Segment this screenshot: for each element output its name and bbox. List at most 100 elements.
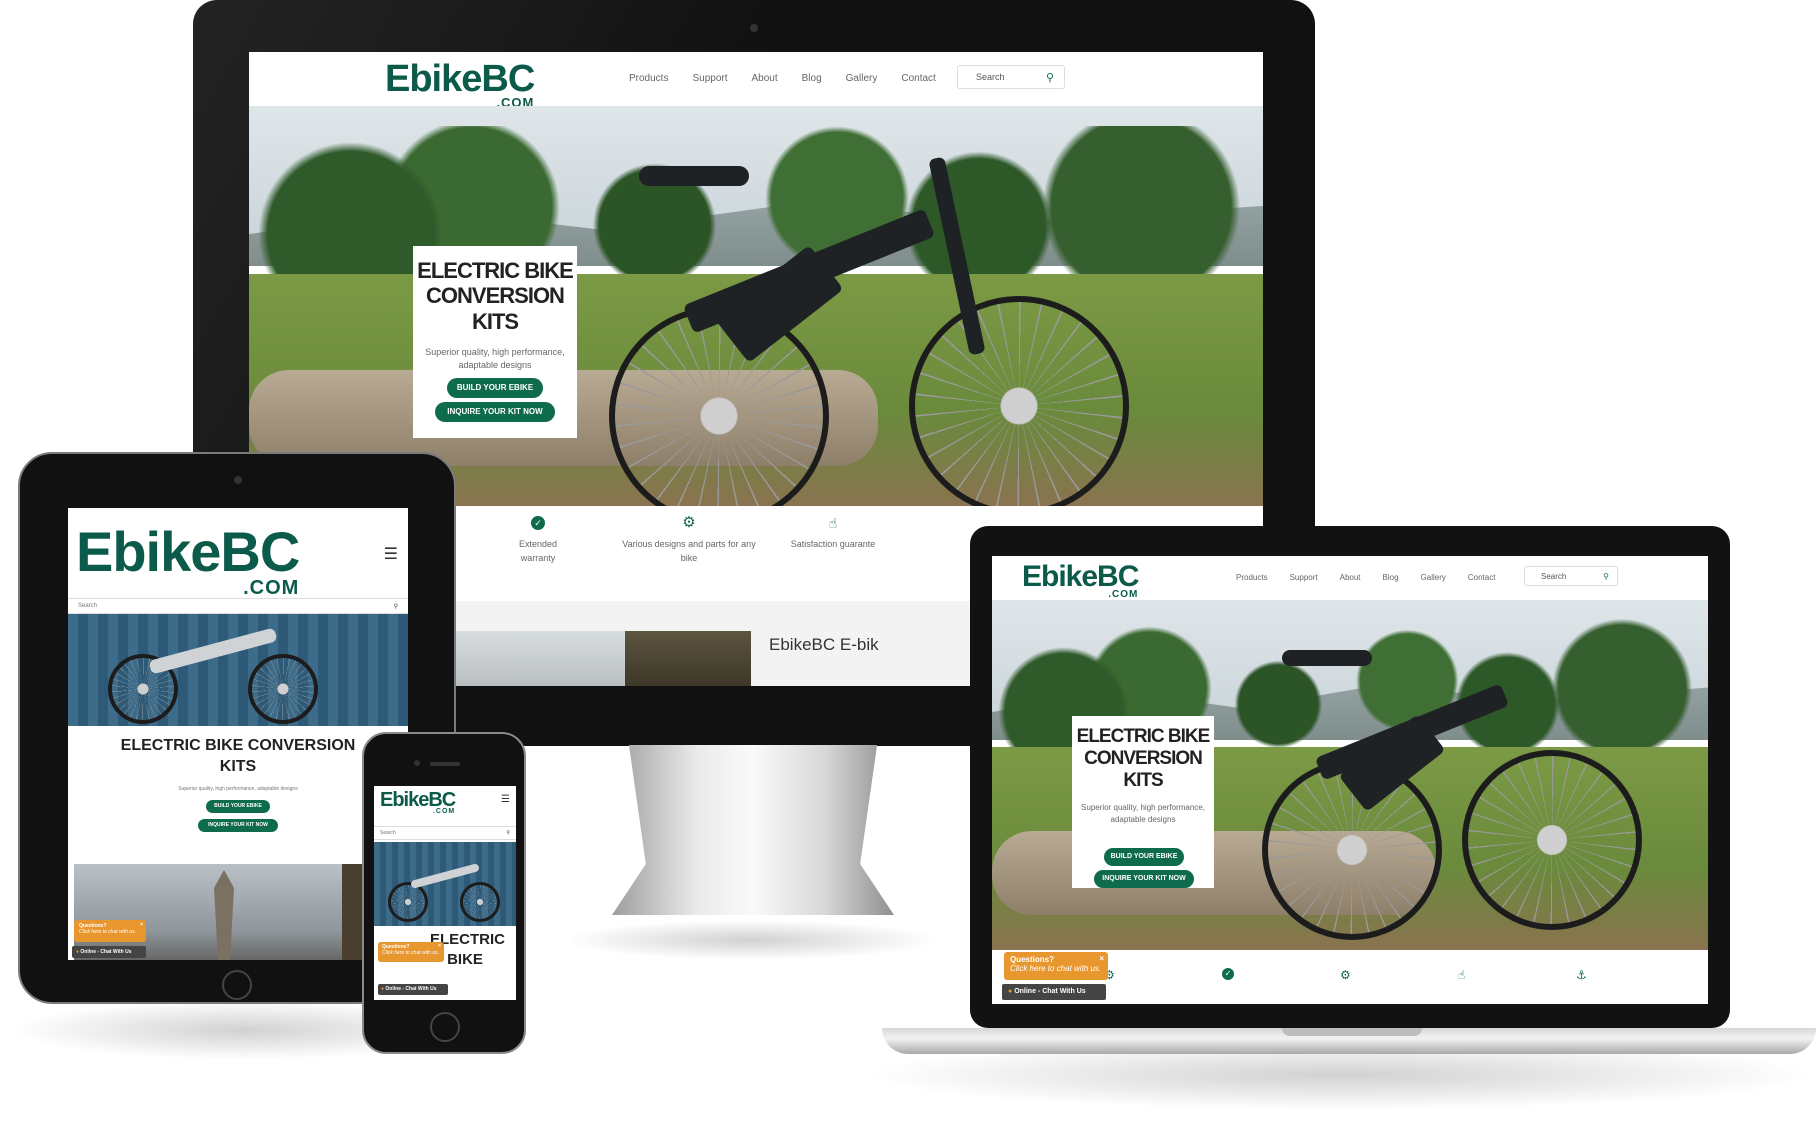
gears-icon: ⚙ (682, 514, 696, 531)
hero-title-line: ELECTRIC BIKE (417, 258, 574, 283)
laptop-search-input[interactable]: Search ⚲ (1524, 566, 1618, 586)
hamburger-menu-icon[interactable]: ☰ (384, 544, 398, 564)
phone-search-input[interactable]: Search ⚲ (374, 826, 516, 840)
feature-text: warranty (520, 552, 556, 563)
build-ebike-button[interactable]: BUILD YOUR EBIKE (206, 799, 270, 813)
search-icon[interactable]: ⚲ (394, 603, 398, 610)
build-ebike-button[interactable]: BUILD YOUR EBIKE (447, 378, 543, 398)
search-placeholder: Search (380, 830, 396, 836)
nav-blog[interactable]: Blog (802, 73, 822, 84)
check-circle-icon: ✓ (531, 516, 545, 530)
content-heading: EbikeBC E-bik (769, 635, 879, 654)
chat-status-icon: ● (381, 986, 385, 992)
chat-bubble[interactable]: Questions? Click here to chat with us. × (378, 942, 444, 962)
hero-subtitle: Superior quality, high performance, adap… (413, 346, 577, 373)
hero-subtitle: Superior quality, high performance, adap… (1072, 802, 1214, 826)
laptop-screen: EbikeBC .COM Products Support About Blog… (992, 556, 1708, 1004)
nav-gallery[interactable]: Gallery (1421, 573, 1446, 582)
nav-support[interactable]: Support (692, 73, 727, 84)
logo-main-text: EbikeBC (76, 520, 300, 583)
hero-title: ELECTRIC BIKE CONVERSION KITS (413, 258, 577, 334)
hero-title: ELECTRIC BIKE CONVERSION KITS (1072, 726, 1214, 792)
hero-title-line: CONVERSION (1084, 747, 1203, 769)
monument (214, 870, 234, 960)
search-placeholder: Search (976, 72, 1005, 82)
bike-front-wheel (460, 882, 500, 922)
gears-icon: ⚙ (1340, 968, 1351, 982)
chat-status-text: Online - Chat With Us (1014, 988, 1086, 995)
check-circle-icon: ✓ (1222, 968, 1234, 980)
hero-subtitle-line: Superior quality, high performance, (1081, 802, 1205, 812)
chat-close-icon[interactable]: × (1099, 954, 1104, 963)
search-icon[interactable]: ⚲ (1046, 71, 1054, 84)
inquire-kit-button[interactable]: INQUIRE YOUR KIT NOW (198, 818, 278, 832)
tablet-home-button[interactable] (222, 970, 252, 1000)
tablet-camera (234, 476, 242, 484)
hero-title-line: CONVERSION (426, 283, 565, 309)
hero-subtitle-line: adaptable designs (458, 360, 532, 371)
inquire-kit-button[interactable]: INQUIRE YOUR KIT NOW (435, 402, 555, 422)
hero-subtitle: Superior quality, high performance, adap… (178, 785, 298, 792)
tablet-site-logo[interactable]: EbikeBC .COM (76, 520, 300, 599)
chat-status-text: Online - Chat With Us (80, 949, 132, 955)
logo-main-text: EbikeBC (380, 789, 456, 811)
nav-about[interactable]: About (752, 73, 778, 84)
feature-satisfaction: ☝ Satisfaction guarante (783, 516, 883, 552)
nav-blog[interactable]: Blog (1383, 573, 1399, 582)
search-input[interactable]: Search ⚲ (957, 65, 1065, 89)
search-icon[interactable]: ⚲ (506, 830, 510, 836)
chat-status-bar[interactable]: ● Online - Chat With Us (1002, 984, 1106, 1000)
bike-front-wheel (909, 296, 1129, 506)
bike-rear-wheel (388, 882, 428, 922)
chat-question: Questions? (1010, 955, 1055, 964)
feature-warranty: ✓ Extended warranty (493, 516, 583, 565)
chat-status-bar[interactable]: ● Online - Chat With Us (72, 946, 146, 958)
chat-status-icon: ● (76, 949, 80, 955)
laptop-main-nav: Products Support About Blog Gallery Cont… (1236, 573, 1495, 582)
bike-front-wheel (1462, 750, 1642, 930)
hero-image (249, 106, 1263, 506)
feature-text: Satisfaction guarante (790, 539, 876, 549)
imac-camera (750, 24, 758, 32)
chat-close-icon[interactable]: × (140, 922, 143, 928)
nav-contact[interactable]: Contact (901, 73, 935, 84)
search-icon[interactable]: ⚲ (1603, 572, 1609, 581)
feature-text: Extended (518, 539, 558, 549)
laptop-notch (1282, 1028, 1422, 1036)
hero-title-line: KITS (471, 308, 519, 334)
chat-status-bar[interactable]: ● Online - Chat With Us (378, 984, 448, 995)
nav-products[interactable]: Products (1236, 573, 1268, 582)
nav-gallery[interactable]: Gallery (846, 73, 878, 84)
tablet-search-input[interactable]: Search ⚲ (68, 598, 408, 614)
hero-subtitle-line: adaptable designs (1110, 814, 1176, 824)
logo-main-text: EbikeBC (385, 58, 535, 100)
ship-icon: ⚓ (1576, 968, 1587, 982)
laptop-site-logo[interactable]: EbikeBC .COM (1022, 562, 1139, 600)
phone-device: EbikeBC .COM ☰ Search ⚲ ELECTRIC BIKE CO… (362, 732, 526, 1054)
phone-speaker (430, 762, 460, 766)
feature-text: Various designs and parts for any (622, 539, 756, 549)
inquire-kit-button[interactable]: INQUIRE YOUR KIT NOW (1094, 870, 1194, 888)
bike-seat (1282, 650, 1372, 666)
build-ebike-button[interactable]: BUILD YOUR EBIKE (1104, 848, 1184, 866)
content-image-2 (625, 631, 751, 686)
nav-products[interactable]: Products (629, 73, 668, 84)
chat-status-icon: ● (1008, 988, 1013, 995)
hamburger-menu-icon[interactable]: ☰ (501, 794, 510, 805)
nav-contact[interactable]: Contact (1468, 573, 1496, 582)
chat-bubble[interactable]: Questions? Click here to chat with us. × (1004, 952, 1108, 980)
chat-click-text: Click here to chat with us. (382, 950, 439, 956)
search-placeholder: Search (1541, 571, 1567, 581)
bike-front-wheel (248, 654, 318, 724)
hero-title-line: ELECTRIC BIKE (1076, 726, 1211, 747)
site-logo[interactable]: EbikeBC .COM (385, 58, 535, 109)
site-header: EbikeBC .COM Products Support About Blog… (249, 52, 1263, 109)
phone-site-logo[interactable]: EbikeBC .COM (380, 789, 456, 815)
phone-home-button[interactable] (430, 1012, 460, 1042)
nav-support[interactable]: Support (1290, 573, 1318, 582)
phone-hero-image (374, 842, 516, 926)
chat-bubble[interactable]: Questions? Click here to chat with us. × (74, 920, 146, 942)
nav-about[interactable]: About (1340, 573, 1361, 582)
feature-designs: ⚙ Various designs and parts for any bike (619, 514, 759, 565)
chat-close-icon[interactable]: × (438, 943, 441, 949)
